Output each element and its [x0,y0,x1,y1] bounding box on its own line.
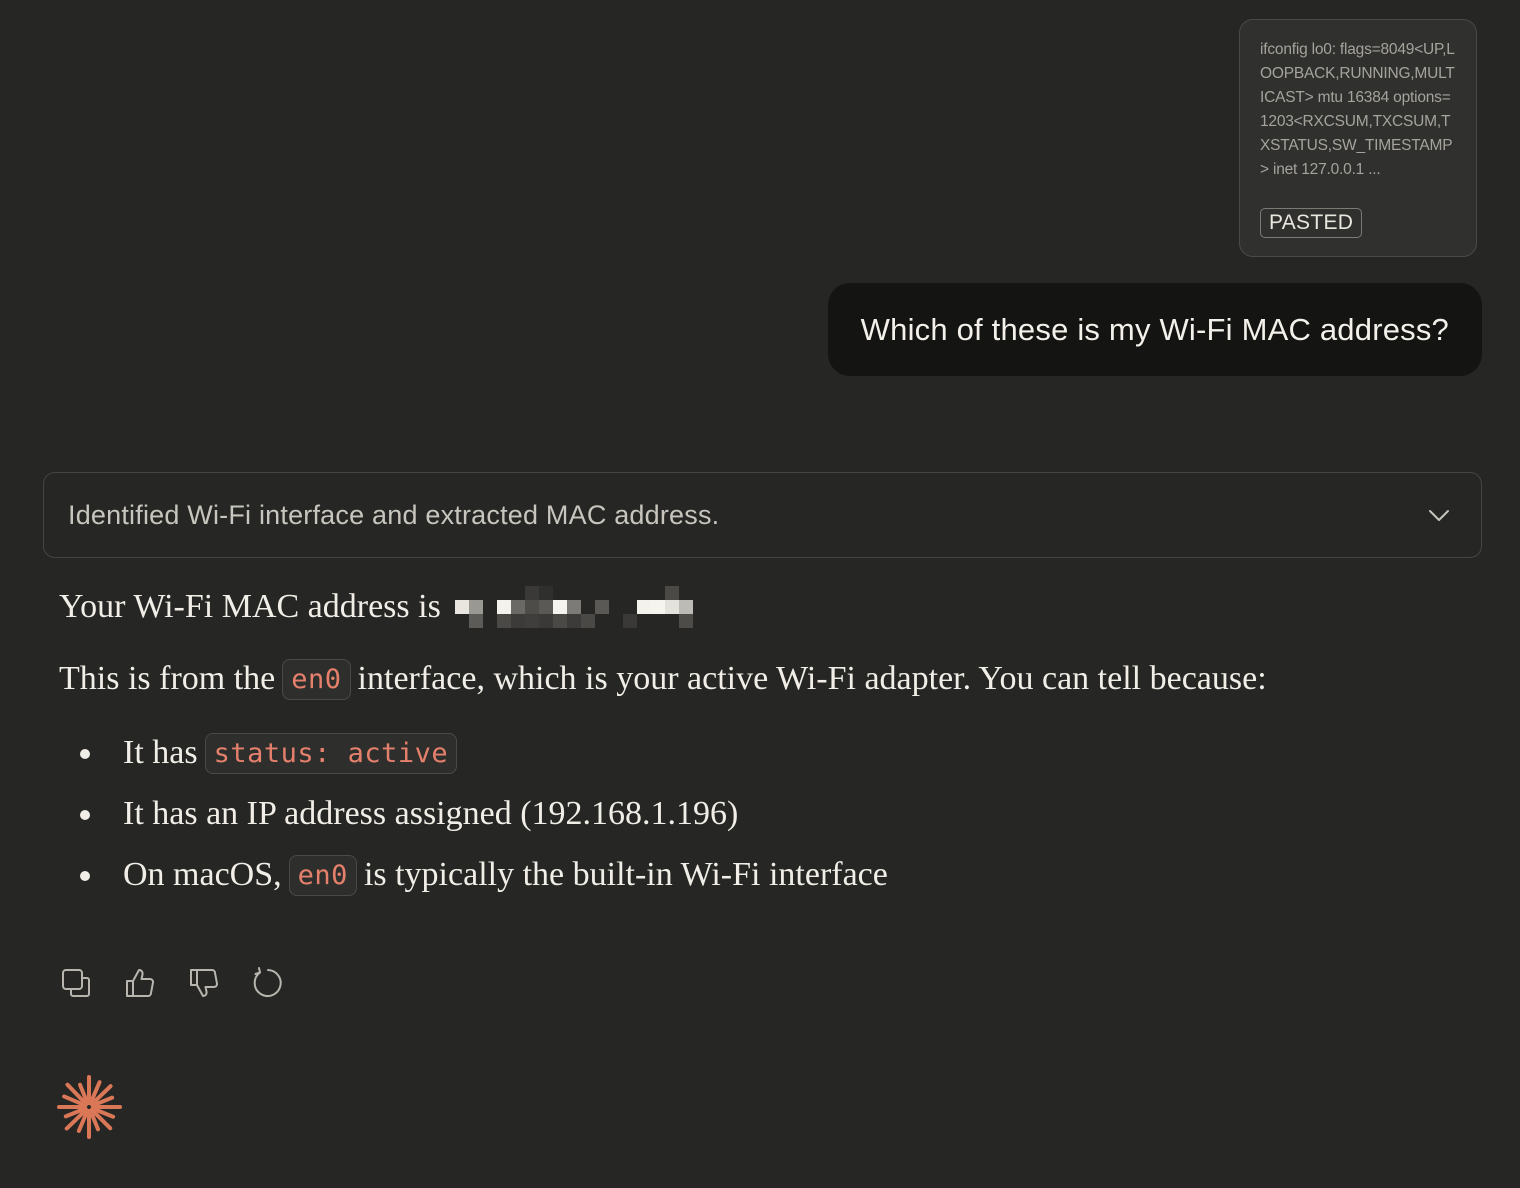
answer-text-after: interface, which is your active Wi-Fi ad… [357,660,1267,697]
thumbs-up-icon [126,969,154,997]
thumbs-down-button[interactable] [186,965,222,1001]
thumbs-up-button[interactable] [122,965,158,1001]
redaction-pixel [594,600,609,614]
redaction-pixel [496,600,511,614]
redaction-pixel [454,600,469,614]
list-item: It has status: active [59,728,888,778]
redaction-pixel [566,614,581,628]
redaction-pixel [524,614,539,628]
redaction-pixel [664,586,679,600]
user-message-text: Which of these is my Wi-Fi MAC address? [860,311,1449,347]
redaction-pixel [664,600,679,614]
retry-icon [253,967,282,997]
redacted-mac-address [454,586,709,628]
answer-line-mac: Your Wi-Fi MAC address is [59,582,1479,632]
answer-line-interface: This is from the en0 interface, which is… [59,654,1267,704]
redaction-pixel [538,586,553,600]
redaction-pixel [622,614,637,628]
pasted-badge: PASTED [1260,208,1363,238]
redaction-pixel [566,600,581,614]
list-item-text-after: is typically the built-in Wi-Fi interfac… [363,856,888,893]
message-action-bar [58,965,286,1001]
redaction-pixel [510,614,525,628]
list-item: On macOS, en0 is typically the built-in … [59,850,888,900]
answer-mac-prefix: Your Wi-Fi MAC address is [59,588,441,625]
thinking-summary-text: Identified Wi-Fi interface and extracted… [68,499,720,530]
list-item: It has an IP address assigned (192.168.1… [59,789,888,839]
copy-icon [62,969,90,997]
inline-code-status: status: active [204,732,458,774]
redaction-pixel [552,600,567,614]
redaction-pixel [468,600,483,614]
user-message-bubble: Which of these is my Wi-Fi MAC address? [827,283,1482,376]
chevron-down-icon [1429,510,1449,521]
assistant-response: Your Wi-Fi MAC address is This is from t… [59,582,1479,896]
redaction-pixel [538,614,553,628]
redaction-pixel [510,600,525,614]
redaction-pixel [552,614,567,628]
retry-button[interactable] [250,965,286,1001]
thumbs-down-icon [190,969,218,997]
pasted-attachment-card[interactable]: ifconfig lo0: flags=8049<UP,LOOPBACK,RUN… [1239,19,1477,257]
redaction-pixel [538,600,553,614]
list-item-text: It has [123,734,198,771]
pasted-preview-text: ifconfig lo0: flags=8049<UP,LOOPBACK,RUN… [1260,41,1455,178]
redaction-pixel [468,614,483,628]
redaction-pixel [678,614,693,628]
redaction-pixel [636,600,651,614]
copy-button[interactable] [58,965,94,1001]
reason-list: It has status: active It has an IP addre… [59,728,888,911]
redaction-pixel [580,614,595,628]
redaction-pixel [678,600,693,614]
claude-spark-icon [57,1075,122,1139]
redaction-pixel [524,600,539,614]
thinking-summary-toggle[interactable]: Identified Wi-Fi interface and extracted… [43,472,1482,558]
answer-text-before: This is from the [59,660,276,697]
redaction-pixel [524,586,539,600]
redaction-pixel [496,614,511,628]
inline-code-en0: en0 [282,658,351,700]
list-item-text: It has an IP address assigned (192.168.1… [123,795,739,832]
list-item-text: On macOS, [123,856,282,893]
inline-code-en0: en0 [288,854,357,896]
redaction-pixel [650,600,665,614]
